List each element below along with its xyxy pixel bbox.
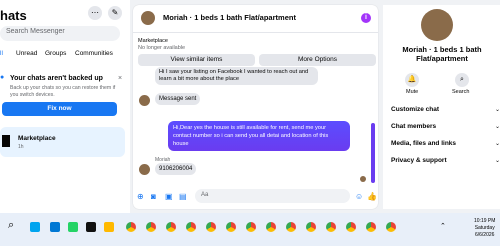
- whatsapp-icon[interactable]: [68, 222, 78, 232]
- plus-icon[interactable]: ⊕: [137, 192, 144, 201]
- clock-day: Saturday: [474, 225, 495, 231]
- conversation-title[interactable]: Moriah · 1 beds 1 bath Flat/apartment: [163, 13, 296, 22]
- chrome-icon[interactable]: [146, 222, 156, 232]
- conversation-time: 1h: [18, 144, 24, 150]
- chat-list-sidebar: hats ⋯ ✎ Search Messenger ll Unread Grou…: [0, 0, 130, 213]
- tab-groups[interactable]: Groups: [45, 50, 66, 57]
- chevron-down-icon: ⌄: [495, 141, 500, 147]
- chrome-icon[interactable]: [166, 222, 176, 232]
- chevron-down-icon: ⌄: [495, 124, 500, 130]
- header-divider: [133, 32, 378, 33]
- chrome-icon[interactable]: [266, 222, 276, 232]
- conversation-name: Marketplace: [18, 135, 56, 142]
- fix-now-button[interactable]: Fix now: [2, 102, 117, 116]
- app-icon[interactable]: [50, 222, 60, 232]
- clock-date: 6/6/2026: [474, 232, 495, 238]
- contact-avatar[interactable]: [141, 11, 155, 25]
- privacy-support-section[interactable]: Privacy & support: [391, 157, 447, 164]
- chrome-icon[interactable]: [126, 222, 136, 232]
- sidebar-title: hats: [0, 8, 27, 23]
- emoji-icon[interactable]: ☺: [355, 192, 363, 201]
- info-icon: ●: [0, 74, 5, 81]
- new-message-icon[interactable]: ✎: [108, 6, 122, 20]
- conversation-details-panel: Moriah · 1 beds 1 bath Flat/apartment 🔔 …: [383, 5, 500, 209]
- close-icon[interactable]: ×: [118, 75, 122, 82]
- chrome-icon[interactable]: [346, 222, 356, 232]
- more-options-button[interactable]: More Options: [259, 54, 376, 66]
- message-incoming: 9106206004: [155, 163, 197, 175]
- message-incoming: Message sent: [155, 93, 201, 105]
- search-placeholder: Search Messenger: [6, 28, 65, 35]
- chrome-icon[interactable]: [286, 222, 296, 232]
- chrome-icon[interactable]: [226, 222, 236, 232]
- seen-indicator-avatar: [360, 176, 366, 182]
- taskbar: ⌕ ⌃ 10:19 PM Saturday 6/6/2026: [0, 213, 500, 246]
- camera-icon[interactable]: ◙: [151, 192, 156, 201]
- search-label: Search: [452, 89, 470, 95]
- chrome-icon[interactable]: [326, 222, 336, 232]
- file-explorer-icon[interactable]: [104, 222, 114, 232]
- app-icon[interactable]: [86, 222, 96, 232]
- system-clock[interactable]: 10:19 PM Saturday 6/6/2026: [474, 218, 495, 239]
- listing-status: No longer available: [138, 45, 186, 51]
- chrome-icon[interactable]: [306, 222, 316, 232]
- backup-warning-title: Your chats aren't backed up: [10, 75, 103, 82]
- composer: ⊕ ◙ ▣ ▤ Aa ☺ 👍: [135, 189, 377, 205]
- chrome-icon[interactable]: [366, 222, 376, 232]
- bell-icon[interactable]: 🔔: [405, 73, 419, 87]
- details-title: Moriah · 1 beds 1 bath Flat/apartment: [402, 45, 482, 63]
- backup-warning-text: Back up your chats so you can restore th…: [10, 85, 116, 98]
- message-incoming: Hi I saw your listing on Facebook I want…: [155, 67, 318, 85]
- conversation-panel: Moriah · 1 beds 1 bath Flat/apartment i …: [133, 5, 378, 209]
- customize-chat-section[interactable]: Customize chat: [391, 106, 439, 113]
- clock-time: 10:19 PM: [474, 218, 496, 224]
- scrollbar[interactable]: [371, 123, 375, 183]
- sender-avatar: [139, 95, 150, 106]
- chrome-icon[interactable]: [206, 222, 216, 232]
- message-input-placeholder: Aa: [201, 192, 209, 198]
- search-icon[interactable]: ⌕: [455, 73, 469, 87]
- search-input[interactable]: Search Messenger: [0, 26, 120, 41]
- message-input[interactable]: Aa: [195, 189, 350, 203]
- chrome-icon[interactable]: [386, 222, 396, 232]
- chrome-icon[interactable]: [186, 222, 196, 232]
- chevron-down-icon: ⌄: [495, 107, 500, 113]
- image-icon[interactable]: ▣: [165, 192, 173, 201]
- sender-avatar: [139, 164, 150, 175]
- gif-icon[interactable]: ▤: [179, 192, 187, 201]
- view-similar-items-button[interactable]: View similar items: [138, 54, 255, 66]
- marketplace-icon: [2, 135, 10, 147]
- like-icon[interactable]: 👍: [367, 192, 377, 201]
- media-files-links-section[interactable]: Media, files and links: [391, 140, 456, 147]
- tab-all[interactable]: ll: [0, 50, 3, 57]
- search-icon[interactable]: ⌕: [8, 219, 14, 232]
- conversation-item-marketplace[interactable]: Marketplace 1h: [0, 127, 125, 157]
- contact-avatar-large[interactable]: [421, 9, 453, 41]
- more-options-icon[interactable]: ⋯: [88, 6, 102, 20]
- message-outgoing: Hi,Dear yes the house is still available…: [168, 121, 350, 151]
- chevron-down-icon: ⌄: [495, 158, 500, 164]
- mute-label: Mute: [406, 89, 419, 95]
- info-icon[interactable]: i: [361, 13, 371, 23]
- chrome-icon[interactable]: [246, 222, 256, 232]
- tab-communities[interactable]: Communities: [75, 50, 113, 57]
- chat-members-section[interactable]: Chat members: [391, 123, 436, 130]
- edge-icon[interactable]: [30, 222, 40, 232]
- tab-unread[interactable]: Unread: [16, 50, 37, 57]
- tray-chevron-icon[interactable]: ⌃: [440, 222, 446, 230]
- listing-context-label: Marketplace: [138, 38, 168, 44]
